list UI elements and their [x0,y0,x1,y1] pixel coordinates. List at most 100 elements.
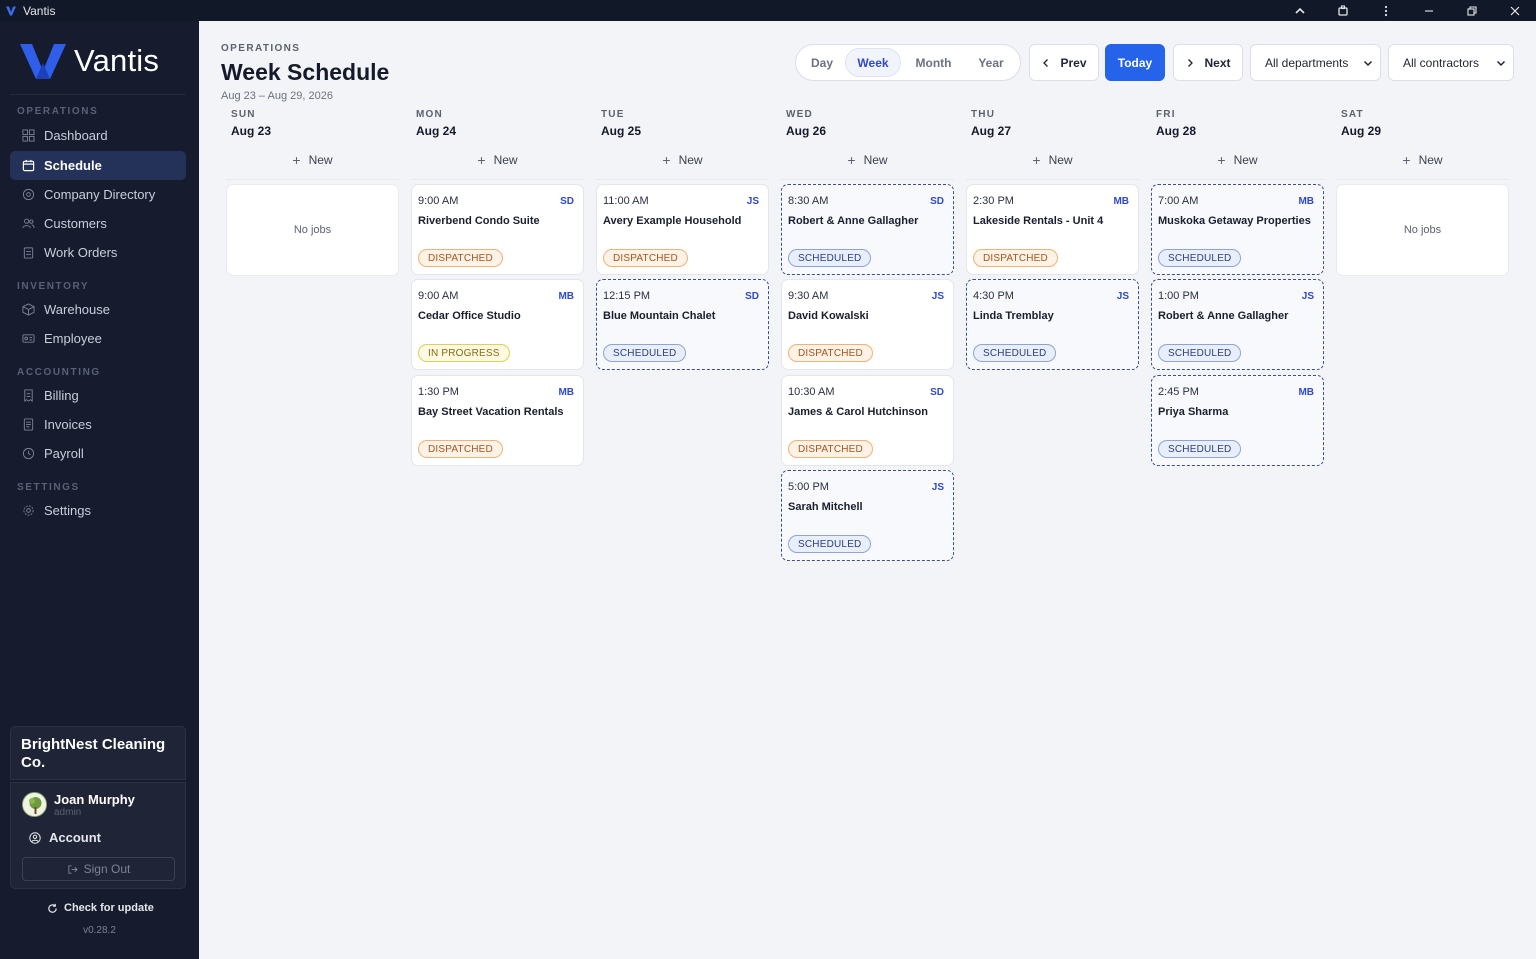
job-time: 10:30 AM [788,386,835,398]
brand[interactable]: Vantis [19,41,159,81]
job-time: 12:15 PM [603,290,651,302]
sidebar-item-customers[interactable]: Customers [10,209,186,238]
minimize-icon[interactable] [1407,0,1450,21]
column-divider [596,179,769,180]
job-card[interactable]: 9:00 AM SD Riverbend Condo Suite DISPATCHED [411,184,584,275]
sidebar-item-employee[interactable]: Employee [10,324,186,353]
sidebar-item-payroll[interactable]: Payroll [10,439,186,468]
column-divider [1151,179,1324,180]
sign-out-button[interactable]: Sign Out [22,857,175,881]
check-update-link[interactable]: Check for update [47,902,154,914]
status-badge: SCHEDULED [1158,249,1242,267]
page-title: Week Schedule [221,59,390,85]
collapse-icon[interactable] [1278,0,1321,21]
chevron-left-icon [1043,58,1049,67]
user-card: Joan Murphy admin Account Sign Out [10,782,186,889]
plus-icon: + [477,152,486,168]
assignee-badge: JS [931,291,944,302]
job-card[interactable]: 12:15 PM SD Blue Mountain Chalet SCHEDULED [596,279,769,370]
assignee-badge: MB [558,387,574,398]
more-menu-icon[interactable] [1364,0,1407,21]
assignee-badge: JS [1116,291,1129,302]
new-job-label: New [1048,153,1073,167]
job-card[interactable]: 8:30 AM SD Robert & Anne Gallagher SCHEDULE… [781,184,954,275]
next-button[interactable]: Next [1173,44,1243,81]
job-title: Riverbend Condo Suite [418,215,540,227]
next-label: Next [1204,55,1231,70]
assignee-badge: JS [746,196,759,207]
sidebar-item-dashboard[interactable]: Dashboard [10,121,186,150]
view-week-button[interactable]: Week [845,48,901,77]
avatar[interactable] [22,792,47,817]
assignee-badge: SD [930,387,944,398]
plus-icon: + [847,152,856,168]
day-column: SUN Aug 23 + New No jobs [226,109,399,276]
new-job-button[interactable]: + New [1336,152,1509,168]
sidebar-item-work-orders[interactable]: Work Orders [10,238,186,267]
job-time: 7:00 AM [1158,195,1199,207]
column-divider [411,179,584,180]
chevron-down-icon [1496,60,1506,67]
job-card[interactable]: 1:00 PM JS Robert & Anne Gallagher SCHEDULE… [1151,279,1324,370]
job-title: Linda Tremblay [973,310,1054,322]
sidebar-item-billing[interactable]: Billing [10,381,186,410]
day-date: Aug 24 [416,124,457,138]
column-divider [1336,179,1509,180]
job-card[interactable]: 2:30 PM MB Lakeside Rentals - Unit 4 DISPAT… [966,184,1139,275]
plus-icon: + [662,152,671,168]
day-name: SUN [231,109,256,120]
job-card[interactable]: 11:00 AM JS Avery Example Household DISPATC… [596,184,769,275]
new-job-button[interactable]: + New [596,152,769,168]
main-content: OPERATIONS Week Schedule Aug 23 – Aug 29… [199,21,1536,959]
new-job-button[interactable]: + New [411,152,584,168]
date-range: Aug 23 – Aug 29, 2026 [221,90,333,102]
sidebar-item-company-directory[interactable]: Company Directory [10,180,186,209]
today-button[interactable]: Today [1105,44,1165,81]
close-icon[interactable] [1493,0,1536,21]
sidebar-item-schedule[interactable]: Schedule [10,151,186,180]
job-card[interactable]: 2:45 PM MB Priya Sharma SCHEDULED [1151,375,1324,466]
view-year-button[interactable]: Year [966,48,1016,77]
prev-button[interactable]: Prev [1029,44,1099,81]
status-badge: DISPATCHED [788,344,873,362]
sidebar-item-label: Employee [44,331,102,346]
job-card[interactable]: 9:30 AM JS David Kowalski DISPATCHED [781,279,954,370]
org-name: BrightNest Cleaning Co. [10,726,186,780]
job-title: Avery Example Household [603,215,742,227]
sidebar-item-warehouse[interactable]: Warehouse [10,295,186,324]
day-date: Aug 26 [786,124,827,138]
plus-icon: + [1217,152,1226,168]
new-job-button[interactable]: + New [226,152,399,168]
status-badge: DISPATCHED [418,440,503,458]
status-badge: SCHEDULED [973,344,1057,362]
extension-icon[interactable] [1321,0,1364,21]
restore-icon[interactable] [1450,0,1493,21]
view-day-button[interactable]: Day [799,48,845,77]
new-job-button[interactable]: + New [781,152,954,168]
view-month-button[interactable]: Month [901,48,966,77]
status-badge: SCHEDULED [1158,440,1242,458]
job-card[interactable]: 5:00 PM JS Sarah Mitchell SCHEDULED [781,470,954,561]
new-job-button[interactable]: + New [966,152,1139,168]
new-job-label: New [863,153,888,167]
account-link[interactable]: Account [29,830,101,845]
job-card[interactable]: 7:00 AM MB Muskoka Getaway Properties SCHED… [1151,184,1324,275]
sidebar-item-settings[interactable]: Settings [10,496,186,525]
day-name: THU [971,109,996,120]
contractor-select[interactable]: All contractors [1388,44,1514,81]
status-badge: SCHEDULED [788,249,872,267]
box-icon [21,303,35,317]
user-name: Joan Murphy [54,792,135,807]
assignee-badge: SD [560,196,574,207]
department-select[interactable]: All departments [1250,44,1381,81]
sidebar-item-invoices[interactable]: Invoices [10,410,186,439]
new-job-button[interactable]: + New [1151,152,1324,168]
day-date: Aug 28 [1156,124,1197,138]
new-job-label: New [1233,153,1258,167]
job-card[interactable]: 1:30 PM MB Bay Street Vacation Rentals DISP… [411,375,584,466]
view-toggle: Day Week Month Year [795,44,1021,81]
job-card[interactable]: 9:00 AM MB Cedar Office Studio IN PROGRESS [411,279,584,370]
status-badge: SCHEDULED [1158,344,1242,362]
job-card[interactable]: 4:30 PM JS Linda Tremblay SCHEDULED [966,279,1139,370]
job-card[interactable]: 10:30 AM SD James & Carol Hutchinson DISPAT… [781,375,954,466]
